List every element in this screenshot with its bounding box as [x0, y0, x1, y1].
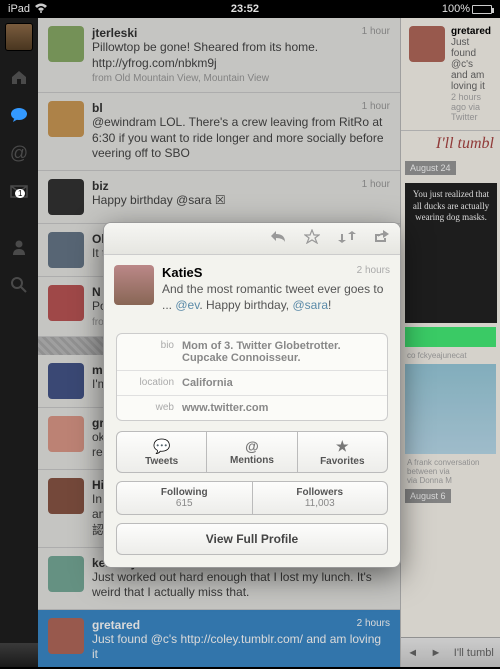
page-title-small: I'll tumbl: [454, 647, 494, 659]
detail-avatar[interactable]: [409, 26, 445, 62]
sidebar: @ 1: [0, 18, 38, 667]
profile-popover: 2 hours KatieS And the most romantic twe…: [103, 222, 401, 568]
clock: 23:52: [48, 3, 442, 15]
location-value: California: [182, 377, 377, 389]
detail-toolbar: ◄ ► I'll tumbl: [401, 637, 500, 667]
popover-time: 2 hours: [357, 265, 390, 276]
battery-icon: [472, 5, 492, 14]
forward-icon[interactable]: ►: [431, 647, 442, 659]
profile-tabs: 💬Tweets @Mentions ★Favorites: [116, 431, 388, 473]
blog-post[interactable]: You just realized that all ducks are act…: [405, 183, 497, 323]
back-icon[interactable]: ◄: [407, 647, 418, 659]
mention-link[interactable]: @ev: [175, 298, 199, 312]
detail-time: 2 hours ago via Twitter: [451, 92, 492, 122]
search-icon[interactable]: [7, 273, 31, 297]
location-label: location: [127, 377, 182, 389]
wifi-icon: [34, 3, 48, 16]
status-bar: iPad 23:52 100%: [0, 0, 500, 18]
tab-mentions[interactable]: @Mentions: [207, 432, 297, 472]
detail-preview: Just found @c's and am loving it: [451, 37, 492, 92]
popover-avatar[interactable]: [114, 265, 154, 305]
blog-credit: co fckyeajunecat: [401, 351, 500, 360]
view-full-profile-button[interactable]: View Full Profile: [116, 523, 388, 555]
home-icon[interactable]: [7, 65, 31, 89]
device-label: iPad: [8, 3, 30, 15]
detail-panel: gretared Just found @c's and am loving i…: [400, 18, 500, 667]
mentions-icon[interactable]: @: [7, 141, 31, 165]
followers-button[interactable]: Followers11,003: [253, 482, 388, 514]
tab-favorites[interactable]: ★Favorites: [298, 432, 387, 472]
bio-label: bio: [127, 340, 182, 364]
star-icon: ★: [298, 438, 387, 455]
popover-tweet: 2 hours KatieS And the most romantic twe…: [104, 255, 400, 323]
blog-title: I'll tumbl: [401, 131, 500, 157]
messages-icon[interactable]: [7, 103, 31, 127]
tweet-item[interactable]: bizHappy birthday @sara ☒1 hour: [38, 171, 400, 224]
reply-icon[interactable]: [270, 229, 286, 248]
battery-percent: 100%: [442, 3, 470, 15]
profile-icon[interactable]: [7, 235, 31, 259]
speech-icon: 💬: [117, 438, 206, 455]
share-icon[interactable]: [374, 229, 390, 248]
tweet-item[interactable]: jterleskiPillowtop be gone! Sheared from…: [38, 18, 400, 93]
web-value[interactable]: www.twitter.com: [182, 402, 377, 414]
bio-value: Mom of 3. Twitter Globetrotter. Cupcake …: [182, 340, 377, 364]
account-avatar[interactable]: [5, 23, 33, 51]
date-label: August 24: [405, 161, 456, 175]
profile-info-card: bioMom of 3. Twitter Globetrotter. Cupca…: [116, 333, 388, 421]
tab-tweets[interactable]: 💬Tweets: [117, 432, 207, 472]
favorite-icon[interactable]: [304, 229, 320, 249]
date-label: August 6: [405, 489, 451, 503]
mention-link[interactable]: @sara: [292, 298, 328, 312]
web-label: web: [127, 402, 182, 414]
retweet-icon[interactable]: [338, 230, 356, 248]
popover-action-bar: [104, 223, 400, 255]
tweet-item[interactable]: bl@ewindram LOL. There's a crew leaving …: [38, 93, 400, 171]
blog-image-2[interactable]: [405, 364, 496, 454]
at-icon: @: [207, 438, 296, 454]
following-button[interactable]: Following615: [117, 482, 253, 514]
blog-image-1[interactable]: [405, 327, 496, 347]
profile-stats: Following615 Followers11,003: [116, 481, 388, 515]
popover-body: And the most romantic tweet ever goes to…: [162, 282, 390, 313]
detail-username: gretared: [451, 26, 492, 37]
blog-credit2: via Donna M: [401, 476, 500, 485]
tweet-item-selected[interactable]: gretaredJust found @c's http://coley.tum…: [38, 610, 400, 667]
blog-caption: A frank conversation between via: [401, 458, 500, 476]
